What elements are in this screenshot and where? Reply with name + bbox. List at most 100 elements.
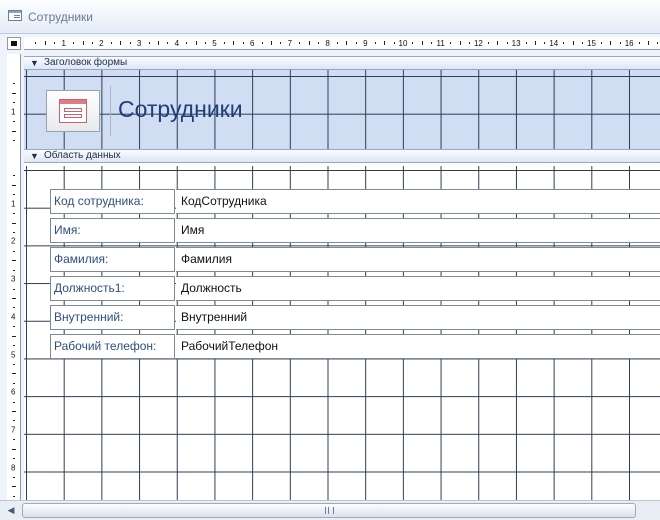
field-textbox[interactable]: РабочийТелефон [176,334,660,359]
ruler-tick [233,41,235,45]
ruler-tick [12,335,16,337]
ruler-tick [544,42,546,44]
ruler-tick [600,42,602,44]
ruler-tick [337,42,339,44]
ruler-tick [242,42,244,44]
ruler-tick [534,41,536,45]
ruler-tick [167,42,169,44]
ruler-tick [355,42,357,44]
ruler-tick [13,458,15,460]
field-label[interactable]: Должность1: [50,276,175,301]
section-bar-detail[interactable]: ▼ Область данных [24,149,660,163]
field-textbox[interactable]: Внутренний [176,305,660,330]
ruler-tick [205,42,207,44]
detail-area[interactable]: Код сотрудника: КодСотрудника Имя: Имя Фамил… [24,166,660,500]
scrollbar-thumb[interactable] [22,503,636,518]
ruler-number: 7 [287,39,293,48]
ruler-tick [393,42,395,44]
ruler-number: 12 [473,39,483,48]
field-textbox[interactable]: Должность [176,276,660,301]
ruler-tick [157,41,159,45]
ruler-tick [82,41,84,45]
ruler-tick [13,495,15,497]
ruler-tick [13,477,15,479]
field-label[interactable]: Рабочий телефон: [50,334,175,359]
field-label[interactable]: Внутренний: [50,305,175,330]
form-selector[interactable] [7,37,21,50]
field-textbox[interactable]: Фамилия [176,247,660,272]
ruler-tick [271,41,273,45]
ruler-tick [487,42,489,44]
ruler-tick [12,486,16,488]
ruler-tick [13,121,15,123]
window-titlebar: Сотрудники [0,0,660,34]
ruler-number: 9 [363,39,368,48]
ruler-tick [13,250,15,252]
ruler-tick [318,42,320,44]
ruler-tick [468,42,470,44]
ruler-tick [572,41,574,45]
header-title-label[interactable]: Сотрудники [110,86,247,136]
ruler-tick [13,326,15,328]
ruler-tick [13,139,15,141]
ruler-tick [506,42,508,44]
ruler-tick [525,42,527,44]
ruler-tick [13,102,15,104]
ruler-tick [120,41,122,45]
ruler-tick [12,92,16,94]
ruler-tick [12,130,16,132]
ruler-tick [638,42,640,44]
ruler-tick [12,373,16,375]
ruler-number: 1 [61,39,66,48]
ruler-number: 15 [587,39,596,48]
ruler-tick [12,411,16,413]
field-label[interactable]: Фамилия: [50,247,175,272]
ruler-number: 16 [624,39,634,48]
vertical-ruler[interactable]: 1 1 2 3 4 5 6 7 8 [7,54,21,500]
ruler-tick [582,42,584,44]
ruler-tick [186,42,188,44]
scroll-left-icon[interactable]: ◀ [4,503,18,518]
ruler-tick [148,42,150,44]
ruler-number: 5 [212,39,217,48]
header-logo[interactable] [46,90,100,132]
ruler-number: 4 [11,312,16,322]
ruler-tick [450,42,452,44]
ruler-tick [54,42,56,44]
ruler-tick [563,42,565,44]
ruler-tick [384,41,386,45]
ruler-number: 1 [11,107,16,117]
field-label[interactable]: Имя: [50,218,175,243]
ruler-number: 10 [398,39,408,48]
ruler-tick [12,448,16,450]
field-label[interactable]: Код сотрудника: [50,189,175,214]
section-bar-header[interactable]: ▼ Заголовок формы [24,56,660,70]
ruler-tick [13,382,15,384]
ruler-tick [421,41,423,45]
horizontal-scrollbar[interactable]: ◀ [0,500,660,520]
ruler-tick [13,401,15,403]
ruler-tick [619,42,621,44]
ruler-number: 7 [11,425,16,435]
ruler-number: 6 [249,39,255,48]
ruler-tick [657,42,659,44]
ruler-tick [129,42,131,44]
ruler-tick [12,184,16,186]
ruler-number: 13 [511,39,521,48]
ruler-number: 14 [549,39,559,48]
field-textbox[interactable]: КодСотрудника [176,189,660,214]
ruler-tick [44,41,46,45]
ruler-tick [223,42,225,44]
ruler-tick [497,41,499,45]
section-arrow-icon: ▼ [30,151,39,161]
ruler-tick [648,41,650,45]
form-icon [59,99,87,123]
ruler-tick [12,297,16,299]
ruler-tick [13,420,15,422]
form-header-area[interactable]: Сотрудники [24,70,660,152]
horizontal-ruler[interactable]: 1 2 3 4 5 6 7 8 9 10 11 12 13 14 15 16 [24,37,660,50]
ruler-tick [13,269,15,271]
ruler-tick [280,42,282,44]
field-textbox[interactable]: Имя [176,218,660,243]
ruler-tick [308,41,310,45]
